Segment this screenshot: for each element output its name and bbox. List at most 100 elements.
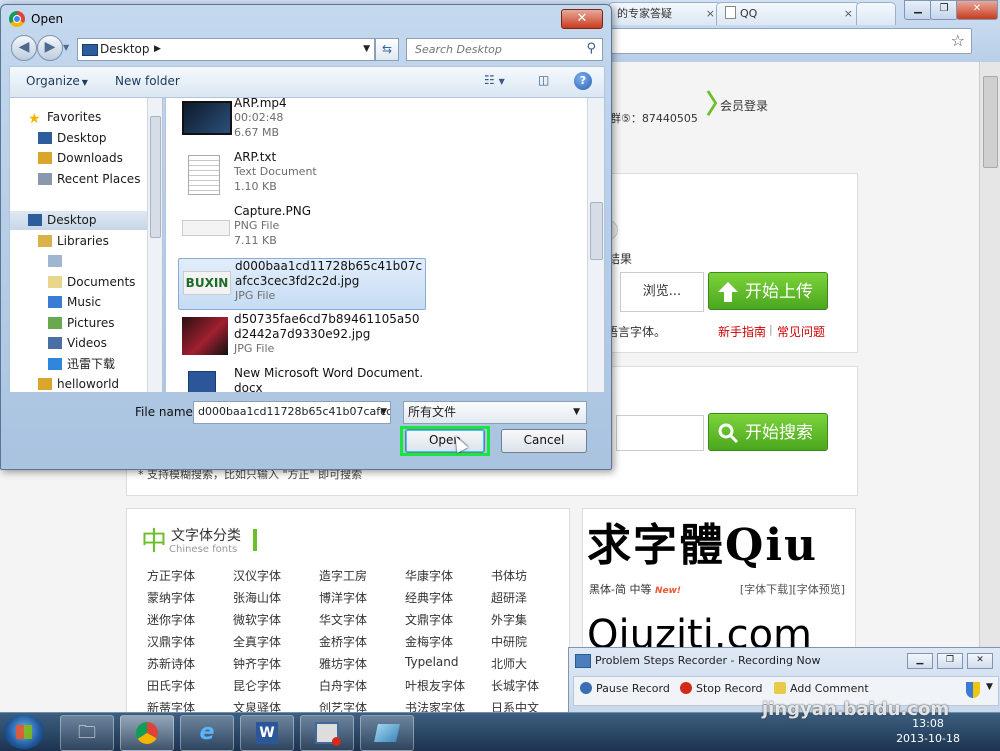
refresh-button[interactable]: ⇆ [375, 38, 399, 61]
back-button[interactable]: ◀ [11, 35, 37, 61]
font-category-link[interactable]: 金梅字体 [405, 633, 491, 649]
font-category-link[interactable]: 长城字体 [491, 677, 577, 693]
nav-item[interactable]: Libraries [10, 232, 162, 251]
nav-item[interactable] [10, 252, 162, 271]
forward-button[interactable]: ▶ [37, 35, 63, 61]
chevron-down-icon[interactable]: ▼ [363, 39, 370, 59]
font-category-link[interactable]: 蒙纳字体 [147, 589, 233, 605]
faq-link[interactable]: 常见问题 [777, 323, 825, 340]
nav-item[interactable]: Music [10, 293, 162, 312]
ie-taskbar-icon[interactable]: e [180, 715, 234, 751]
font-category-link[interactable]: 经典字体 [405, 589, 491, 605]
scrollbar-thumb[interactable] [983, 76, 998, 168]
font-category-link[interactable]: 华康字体 [405, 567, 491, 583]
nav-scrollbar[interactable] [147, 98, 162, 392]
clock[interactable]: 13:08 2013-10-18 [896, 716, 960, 746]
nav-item[interactable]: helloworld [10, 375, 162, 392]
nav-item[interactable]: Recent Places [10, 170, 162, 189]
font-category-link[interactable]: 钟齐字体 [233, 655, 319, 671]
font-category-link[interactable]: 白舟字体 [319, 677, 405, 693]
start-button[interactable] [4, 715, 44, 749]
font-category-link[interactable]: 田氏字体 [147, 677, 233, 693]
font-category-link[interactable]: 方正字体 [147, 567, 233, 583]
member-login-link[interactable]: 会员登录 [720, 97, 768, 114]
browser-tab[interactable]: QQ × [716, 2, 860, 25]
file-item[interactable]: ARP.txt Text Document 1.10 KB [178, 150, 424, 200]
file-item[interactable]: ARP.mp4 00:02:48 6.67 MB [178, 98, 424, 146]
file-scrollbar[interactable] [587, 98, 604, 392]
search-button[interactable]: 开始搜索 [708, 413, 828, 451]
steps-recorder-taskbar-icon[interactable] [300, 715, 354, 751]
browse-button[interactable]: 浏览... [620, 272, 704, 312]
recent-locations-dropdown[interactable]: ▼ [63, 43, 69, 52]
search-box[interactable]: ⚲ [406, 38, 603, 61]
address-bar[interactable]: ☆ [605, 28, 972, 54]
file-item[interactable]: New Microsoft Word Document.docx [178, 366, 424, 392]
nav-item[interactable]: Documents [10, 273, 162, 292]
font-category-link[interactable]: 外字集 [491, 611, 577, 627]
font-category-link[interactable]: 超研泽 [491, 589, 577, 605]
search-icon[interactable]: ⚲ [586, 41, 596, 56]
change-view-button[interactable]: ☷ ▼ [484, 73, 505, 87]
chevron-down-icon[interactable]: ▼ [986, 682, 993, 692]
close-icon[interactable]: ✕ [967, 653, 993, 669]
nav-item[interactable]: Desktop [10, 211, 162, 230]
minimize-icon[interactable]: ▁ [907, 653, 933, 669]
cancel-button[interactable]: Cancel [501, 429, 587, 453]
font-category-link[interactable]: 华文字体 [319, 611, 405, 627]
font-category-link[interactable]: 汉鼎字体 [147, 633, 233, 649]
help-button[interactable]: ? [574, 72, 592, 90]
explorer-taskbar-icon[interactable]: 🗀 [60, 715, 114, 751]
breadcrumb-desktop[interactable]: Desktop [100, 39, 150, 59]
download-preview-links[interactable]: [字体下载][字体预览] [740, 581, 845, 597]
nav-item[interactable]: ★ Favorites [10, 108, 162, 127]
close-icon[interactable]: × [844, 3, 853, 25]
star-icon[interactable]: ☆ [951, 31, 965, 50]
chevron-right-icon[interactable]: ▶ [154, 39, 161, 59]
font-sample-image[interactable]: 求字體Qiu [587, 513, 849, 579]
nav-item[interactable]: Videos [10, 334, 162, 353]
nav-item[interactable]: Desktop [10, 129, 162, 148]
font-category-link[interactable]: 叶根友字体 [405, 677, 491, 693]
nav-item[interactable]: Pictures [10, 314, 162, 333]
font-category-link[interactable]: 昆仑字体 [233, 677, 319, 693]
font-category-link[interactable]: 汉仪字体 [233, 567, 319, 583]
stop-record-button[interactable]: Stop Record [680, 682, 763, 695]
font-category-link[interactable]: 全真字体 [233, 633, 319, 649]
font-category-link[interactable]: Typeland [405, 655, 491, 670]
font-category-link[interactable]: 造字工房 [319, 567, 405, 583]
file-name-input[interactable]: d000baa1cd11728b65c41b07cafcc3 ▼ [193, 401, 391, 424]
beginner-guide-link[interactable]: 新手指南 [718, 323, 766, 340]
close-icon[interactable]: ✕ [956, 0, 998, 20]
app-taskbar-icon[interactable] [360, 715, 414, 751]
address-breadcrumb[interactable]: Desktop ▶ ▼ [77, 38, 375, 61]
minimize-icon[interactable]: ▁ [904, 0, 932, 20]
pause-record-button[interactable]: Pause Record [580, 682, 670, 695]
font-category-link[interactable]: 文鼎字体 [405, 611, 491, 627]
font-category-link[interactable]: 迷你字体 [147, 611, 233, 627]
file-item[interactable]: BUXIN d000baa1cd11728b65c41b07cafcc3cec3f… [178, 258, 426, 310]
organize-button[interactable]: Organize ▼ [26, 74, 88, 88]
maximize-icon[interactable]: ❐ [937, 653, 963, 669]
close-button[interactable]: ✕ [561, 9, 603, 29]
font-category-link[interactable]: 微软字体 [233, 611, 319, 627]
chevron-down-icon[interactable]: ▼ [380, 402, 387, 422]
font-category-link[interactable]: 北师大 [491, 655, 577, 671]
new-tab-button[interactable] [856, 2, 896, 25]
browser-tab[interactable]: 的专家答疑 × [608, 2, 722, 25]
add-comment-button[interactable]: Add Comment [774, 682, 869, 695]
maximize-icon[interactable]: ❐ [930, 0, 958, 20]
word-taskbar-icon[interactable]: W [240, 715, 294, 751]
font-category-link[interactable]: 金桥字体 [319, 633, 405, 649]
new-folder-button[interactable]: New folder [115, 74, 180, 88]
font-category-link[interactable]: 苏新诗体 [147, 655, 233, 671]
nav-item[interactable]: Downloads [10, 149, 162, 168]
file-item[interactable]: d50735fae6cd7b89461105a50d2442a7d9330e92… [178, 312, 424, 362]
shield-icon[interactable] [966, 682, 980, 698]
scrollbar-thumb[interactable] [590, 202, 603, 260]
font-category-link[interactable]: 中研院 [491, 633, 577, 649]
preview-pane-button[interactable]: ◫ [538, 73, 549, 87]
page-scrollbar[interactable] [979, 62, 1000, 712]
close-icon[interactable]: × [706, 3, 715, 25]
font-category-link[interactable]: 博洋字体 [319, 589, 405, 605]
